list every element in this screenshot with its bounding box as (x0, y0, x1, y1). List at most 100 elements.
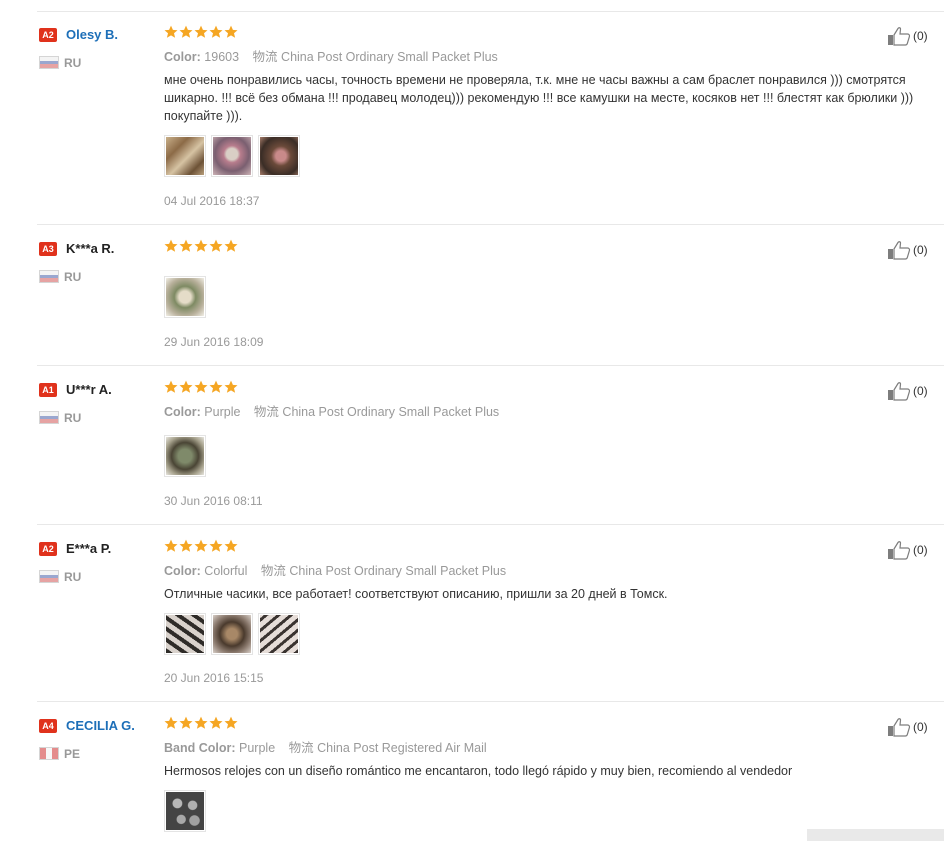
review-item: A4 CECILIA G. PE Band Color: Purple 物流 C… (0, 702, 944, 841)
buyer-level-badge: A4 (39, 719, 57, 733)
star-rating (164, 380, 238, 396)
star-icon (179, 380, 193, 393)
thumbs-up-icon (888, 541, 911, 560)
star-rating (164, 716, 238, 732)
logistics-label: 物流 (253, 405, 279, 419)
logistics-label: 物流 (288, 741, 314, 755)
star-icon (164, 380, 178, 393)
helpful-button[interactable]: (0) (887, 717, 928, 737)
flag-ru-icon (39, 411, 59, 424)
logistics-label: 物流 (260, 564, 286, 578)
buyer-name-link[interactable]: CECILIA G. (66, 717, 135, 735)
buyer-country: PE (64, 747, 81, 761)
order-info: Color: 19603 物流 China Post Ordinary Smal… (164, 49, 498, 65)
buyer-country: RU (64, 570, 82, 584)
review-photos (164, 276, 206, 318)
buyer-country: RU (64, 56, 82, 70)
logistics-label: 物流 (252, 50, 278, 64)
buyer-country: RU (64, 411, 82, 425)
buyer-country: RU (64, 270, 82, 284)
buyer-level-badge: A2 (39, 542, 57, 556)
helpful-button[interactable]: (0) (887, 240, 928, 260)
review-date: 29 Jun 2016 18:09 (164, 335, 264, 349)
option-label: Color: (164, 405, 201, 419)
star-rating (164, 25, 238, 41)
star-icon (164, 539, 178, 552)
star-icon (194, 716, 208, 729)
star-icon (224, 25, 238, 38)
review-text: Hermosos relojes con un diseño romántico… (164, 764, 793, 778)
star-icon (179, 239, 193, 252)
star-icon (164, 25, 178, 38)
buyer-level-badge: A2 (39, 28, 57, 42)
buyer-name: E***a P. (66, 541, 112, 556)
review-date: 30 Jun 2016 08:11 (164, 494, 263, 508)
thumbs-up-icon (888, 27, 911, 46)
order-info: Band Color: Purple 物流 China Post Registe… (164, 740, 487, 756)
review-photos (164, 435, 206, 477)
buyer-name: K***a R. (66, 241, 115, 256)
order-info: Color: Purple 物流 China Post Ordinary Sma… (164, 404, 499, 420)
star-icon (224, 239, 238, 252)
review-photo-thumbnail[interactable] (211, 613, 253, 655)
logistics-value: China Post Registered Air Mail (317, 741, 487, 755)
flag-pe-icon (39, 747, 59, 760)
star-icon (209, 716, 223, 729)
star-icon (179, 539, 193, 552)
star-rating (164, 539, 238, 555)
review-item: A2 E***a P. RU Color: Colorful 物流 China … (0, 525, 944, 702)
order-info: Color: Colorful 物流 China Post Ordinary S… (164, 563, 506, 579)
thumbs-up-icon (888, 718, 911, 737)
review-photo-thumbnail[interactable] (258, 613, 300, 655)
flag-ru-icon (39, 570, 59, 583)
review-text: Отличные часики, все работает! соответст… (164, 587, 668, 601)
logistics-value: China Post Ordinary Small Packet Plus (289, 564, 507, 578)
helpful-button[interactable]: (0) (887, 381, 928, 401)
option-value: 19603 (204, 50, 240, 64)
buyer-name-link[interactable]: Olesy B. (66, 26, 118, 44)
review-photo-thumbnail[interactable] (164, 276, 206, 318)
helpful-count: (0) (913, 243, 928, 257)
review-date: 04 Jul 2016 18:37 (164, 194, 260, 208)
star-icon (209, 380, 223, 393)
helpful-count: (0) (913, 543, 928, 557)
star-icon (194, 380, 208, 393)
star-icon (224, 539, 238, 552)
star-icon (209, 239, 223, 252)
helpful-count: (0) (913, 29, 928, 43)
logistics-value: China Post Ordinary Small Packet Plus (282, 405, 500, 419)
star-icon (179, 716, 193, 729)
flag-ru-icon (39, 56, 59, 69)
star-icon (164, 239, 178, 252)
helpful-button[interactable]: (0) (887, 540, 928, 560)
review-photos (164, 613, 300, 655)
review-photo-thumbnail[interactable] (164, 435, 206, 477)
option-value: Purple (239, 741, 276, 755)
star-icon (194, 539, 208, 552)
scroll-edge-bar (807, 829, 944, 841)
star-icon (209, 539, 223, 552)
buyer-level-badge: A1 (39, 383, 57, 397)
option-value: Purple (204, 405, 241, 419)
review-photo-thumbnail[interactable] (211, 135, 253, 177)
review-photo-thumbnail[interactable] (164, 790, 206, 832)
helpful-button[interactable]: (0) (887, 26, 928, 46)
star-icon (209, 25, 223, 38)
review-photo-thumbnail[interactable] (164, 135, 206, 177)
thumbs-up-icon (888, 241, 911, 260)
buyer-name: U***r A. (66, 382, 112, 397)
logistics-value: China Post Ordinary Small Packet Plus (281, 50, 498, 64)
option-label: Band Color: (164, 741, 236, 755)
review-photo-thumbnail[interactable] (164, 613, 206, 655)
review-item: A3 K***a R. RU 29 Jun 2016 18:09 (0) (0, 225, 944, 366)
star-icon (224, 716, 238, 729)
star-icon (164, 716, 178, 729)
star-icon (224, 380, 238, 393)
thumbs-up-icon (888, 382, 911, 401)
star-rating (164, 239, 238, 255)
review-item: A1 U***r A. RU Color: Purple 物流 China Po… (0, 366, 944, 525)
helpful-count: (0) (913, 384, 928, 398)
review-photo-thumbnail[interactable] (258, 135, 300, 177)
review-date: 20 Jun 2016 15:15 (164, 671, 264, 685)
option-label: Color: (164, 564, 201, 578)
